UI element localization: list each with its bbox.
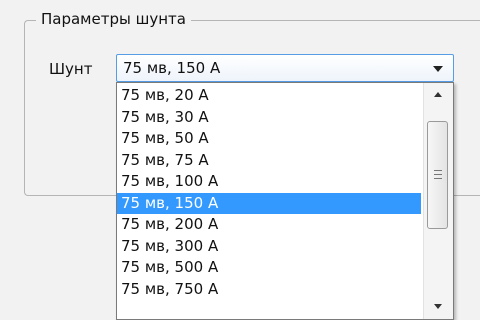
scroll-up-arrow-icon [434,92,442,97]
list-item[interactable]: 75 мв, 20 А [117,85,421,107]
scroll-down-button[interactable] [424,293,453,319]
list-item-selected[interactable]: 75 мв, 150 А [117,192,421,214]
grip-line-icon [434,174,442,175]
list-item[interactable]: 75 мв, 30 А [117,107,421,129]
list-item[interactable]: 75 мв, 300 А [117,236,421,258]
shunt-combobox[interactable]: 75 мв, 150 А [116,54,454,82]
scroll-down-arrow-icon [434,304,442,309]
options-list: 75 мв, 20 А 75 мв, 30 А 75 мв, 50 А 75 м… [117,85,421,300]
grip-line-icon [434,178,442,179]
list-item[interactable]: 75 мв, 500 А [117,257,421,279]
vertical-scrollbar[interactable] [423,83,453,319]
list-item[interactable]: 75 мв, 50 А [117,128,421,150]
list-item[interactable]: 75 мв, 100 А [117,171,421,193]
grip-line-icon [434,170,442,171]
list-item[interactable]: 75 мв, 750 А [117,279,421,301]
list-item[interactable]: 75 мв, 200 А [117,214,421,236]
shunt-label: Шунт [49,60,93,78]
scroll-thumb[interactable] [427,121,448,229]
list-item[interactable]: 75 мв, 75 А [117,150,421,172]
shunt-selected-value: 75 мв, 150 А [123,59,221,77]
group-title: Параметры шунта [36,8,191,30]
scroll-up-button[interactable] [424,83,453,109]
shunt-dropdown-list[interactable]: 75 мв, 20 А 75 мв, 30 А 75 мв, 50 А 75 м… [116,82,454,320]
chevron-down-icon[interactable] [433,66,443,72]
